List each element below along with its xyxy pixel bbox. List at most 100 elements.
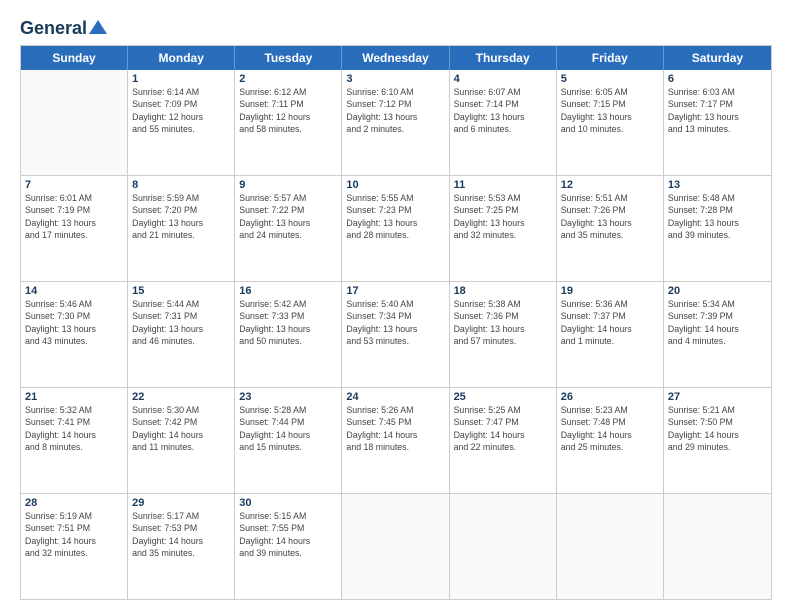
day-info: Sunrise: 5:57 AM Sunset: 7:22 PM Dayligh… [239,192,337,241]
day-number: 16 [239,285,337,297]
day-number: 18 [454,285,552,297]
week-row-0: 1Sunrise: 6:14 AM Sunset: 7:09 PM Daylig… [21,70,771,176]
day-info: Sunrise: 5:40 AM Sunset: 7:34 PM Dayligh… [346,298,444,347]
empty-cell [342,494,449,599]
day-number: 3 [346,73,444,85]
day-info: Sunrise: 6:03 AM Sunset: 7:17 PM Dayligh… [668,86,767,135]
logo-general: General [20,18,87,39]
day-cell-19: 19Sunrise: 5:36 AM Sunset: 7:37 PM Dayli… [557,282,664,387]
day-cell-14: 14Sunrise: 5:46 AM Sunset: 7:30 PM Dayli… [21,282,128,387]
day-number: 26 [561,391,659,403]
day-info: Sunrise: 5:34 AM Sunset: 7:39 PM Dayligh… [668,298,767,347]
day-info: Sunrise: 5:32 AM Sunset: 7:41 PM Dayligh… [25,404,123,453]
day-number: 29 [132,497,230,509]
page: General SundayMondayTuesdayWednesdayThur… [0,0,792,612]
day-number: 11 [454,179,552,191]
day-info: Sunrise: 6:14 AM Sunset: 7:09 PM Dayligh… [132,86,230,135]
day-cell-25: 25Sunrise: 5:25 AM Sunset: 7:47 PM Dayli… [450,388,557,493]
day-number: 2 [239,73,337,85]
day-info: Sunrise: 5:42 AM Sunset: 7:33 PM Dayligh… [239,298,337,347]
day-cell-24: 24Sunrise: 5:26 AM Sunset: 7:45 PM Dayli… [342,388,449,493]
day-cell-12: 12Sunrise: 5:51 AM Sunset: 7:26 PM Dayli… [557,176,664,281]
day-cell-30: 30Sunrise: 5:15 AM Sunset: 7:55 PM Dayli… [235,494,342,599]
day-number: 19 [561,285,659,297]
day-number: 10 [346,179,444,191]
day-header-tuesday: Tuesday [235,46,342,70]
day-header-sunday: Sunday [21,46,128,70]
header: General [20,18,772,37]
day-cell-17: 17Sunrise: 5:40 AM Sunset: 7:34 PM Dayli… [342,282,449,387]
day-number: 15 [132,285,230,297]
day-info: Sunrise: 5:36 AM Sunset: 7:37 PM Dayligh… [561,298,659,347]
day-number: 7 [25,179,123,191]
day-info: Sunrise: 5:15 AM Sunset: 7:55 PM Dayligh… [239,510,337,559]
day-info: Sunrise: 5:26 AM Sunset: 7:45 PM Dayligh… [346,404,444,453]
day-header-thursday: Thursday [450,46,557,70]
day-info: Sunrise: 5:25 AM Sunset: 7:47 PM Dayligh… [454,404,552,453]
day-cell-3: 3Sunrise: 6:10 AM Sunset: 7:12 PM Daylig… [342,70,449,175]
day-header-friday: Friday [557,46,664,70]
day-header-wednesday: Wednesday [342,46,449,70]
logo-icon [89,20,107,34]
day-cell-23: 23Sunrise: 5:28 AM Sunset: 7:44 PM Dayli… [235,388,342,493]
day-cell-13: 13Sunrise: 5:48 AM Sunset: 7:28 PM Dayli… [664,176,771,281]
day-cell-22: 22Sunrise: 5:30 AM Sunset: 7:42 PM Dayli… [128,388,235,493]
day-number: 30 [239,497,337,509]
day-number: 22 [132,391,230,403]
day-cell-18: 18Sunrise: 5:38 AM Sunset: 7:36 PM Dayli… [450,282,557,387]
day-number: 8 [132,179,230,191]
day-info: Sunrise: 5:17 AM Sunset: 7:53 PM Dayligh… [132,510,230,559]
day-cell-26: 26Sunrise: 5:23 AM Sunset: 7:48 PM Dayli… [557,388,664,493]
empty-cell [664,494,771,599]
day-number: 5 [561,73,659,85]
day-info: Sunrise: 5:21 AM Sunset: 7:50 PM Dayligh… [668,404,767,453]
day-number: 6 [668,73,767,85]
day-info: Sunrise: 6:12 AM Sunset: 7:11 PM Dayligh… [239,86,337,135]
day-cell-29: 29Sunrise: 5:17 AM Sunset: 7:53 PM Dayli… [128,494,235,599]
day-cell-27: 27Sunrise: 5:21 AM Sunset: 7:50 PM Dayli… [664,388,771,493]
day-number: 17 [346,285,444,297]
day-info: Sunrise: 5:46 AM Sunset: 7:30 PM Dayligh… [25,298,123,347]
week-row-4: 28Sunrise: 5:19 AM Sunset: 7:51 PM Dayli… [21,494,771,599]
day-info: Sunrise: 5:28 AM Sunset: 7:44 PM Dayligh… [239,404,337,453]
day-number: 9 [239,179,337,191]
day-info: Sunrise: 5:19 AM Sunset: 7:51 PM Dayligh… [25,510,123,559]
day-number: 23 [239,391,337,403]
day-number: 25 [454,391,552,403]
day-cell-4: 4Sunrise: 6:07 AM Sunset: 7:14 PM Daylig… [450,70,557,175]
day-number: 14 [25,285,123,297]
day-header-saturday: Saturday [664,46,771,70]
logo: General [20,18,107,37]
day-cell-1: 1Sunrise: 6:14 AM Sunset: 7:09 PM Daylig… [128,70,235,175]
week-row-1: 7Sunrise: 6:01 AM Sunset: 7:19 PM Daylig… [21,176,771,282]
calendar-header: SundayMondayTuesdayWednesdayThursdayFrid… [21,46,771,70]
day-info: Sunrise: 5:23 AM Sunset: 7:48 PM Dayligh… [561,404,659,453]
day-number: 12 [561,179,659,191]
day-info: Sunrise: 5:51 AM Sunset: 7:26 PM Dayligh… [561,192,659,241]
day-number: 21 [25,391,123,403]
day-cell-9: 9Sunrise: 5:57 AM Sunset: 7:22 PM Daylig… [235,176,342,281]
week-row-2: 14Sunrise: 5:46 AM Sunset: 7:30 PM Dayli… [21,282,771,388]
day-cell-8: 8Sunrise: 5:59 AM Sunset: 7:20 PM Daylig… [128,176,235,281]
empty-cell [450,494,557,599]
day-number: 28 [25,497,123,509]
day-header-monday: Monday [128,46,235,70]
day-info: Sunrise: 5:59 AM Sunset: 7:20 PM Dayligh… [132,192,230,241]
day-info: Sunrise: 5:48 AM Sunset: 7:28 PM Dayligh… [668,192,767,241]
day-info: Sunrise: 6:05 AM Sunset: 7:15 PM Dayligh… [561,86,659,135]
day-cell-20: 20Sunrise: 5:34 AM Sunset: 7:39 PM Dayli… [664,282,771,387]
day-cell-2: 2Sunrise: 6:12 AM Sunset: 7:11 PM Daylig… [235,70,342,175]
day-cell-16: 16Sunrise: 5:42 AM Sunset: 7:33 PM Dayli… [235,282,342,387]
day-info: Sunrise: 6:07 AM Sunset: 7:14 PM Dayligh… [454,86,552,135]
day-cell-15: 15Sunrise: 5:44 AM Sunset: 7:31 PM Dayli… [128,282,235,387]
day-info: Sunrise: 5:55 AM Sunset: 7:23 PM Dayligh… [346,192,444,241]
day-info: Sunrise: 5:53 AM Sunset: 7:25 PM Dayligh… [454,192,552,241]
day-cell-11: 11Sunrise: 5:53 AM Sunset: 7:25 PM Dayli… [450,176,557,281]
day-number: 20 [668,285,767,297]
day-number: 1 [132,73,230,85]
day-info: Sunrise: 5:30 AM Sunset: 7:42 PM Dayligh… [132,404,230,453]
calendar-body: 1Sunrise: 6:14 AM Sunset: 7:09 PM Daylig… [21,70,771,599]
day-cell-10: 10Sunrise: 5:55 AM Sunset: 7:23 PM Dayli… [342,176,449,281]
day-number: 4 [454,73,552,85]
day-info: Sunrise: 6:10 AM Sunset: 7:12 PM Dayligh… [346,86,444,135]
